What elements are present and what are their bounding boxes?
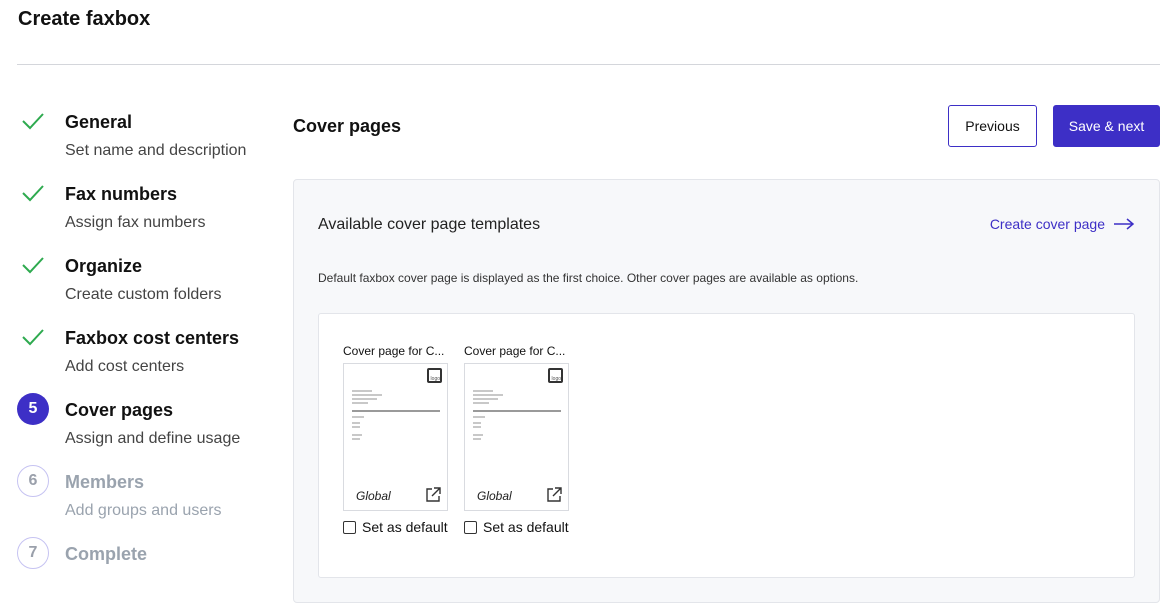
step-title: Complete (65, 544, 148, 564)
checkmark-icon (17, 105, 49, 137)
section-title: Cover pages (293, 116, 402, 136)
step-cover-pages[interactable]: 5 Cover pages Assign and define usage (0, 393, 270, 453)
template-card: Cover page for C... logo Global Set as d… (464, 344, 572, 535)
template-name: Cover page for C... (464, 344, 566, 358)
arrow-right-icon (1114, 218, 1135, 230)
template-thumbnail[interactable]: logo Global (343, 363, 448, 511)
previous-button[interactable]: Previous (948, 105, 1037, 147)
header-divider (17, 64, 1160, 65)
step-title: Fax numbers (65, 184, 178, 204)
step-subtitle: Assign fax numbers (65, 214, 206, 231)
panel-description: Default faxbox cover page is displayed a… (318, 271, 859, 285)
step-title: Members (65, 472, 145, 492)
step-title: Cover pages (65, 400, 174, 420)
set-default-checkbox[interactable] (343, 520, 356, 534)
checkmark-icon (17, 249, 49, 281)
step-title: Organize (65, 256, 143, 276)
global-tag: Global (350, 487, 397, 505)
template-thumbnail[interactable]: logo Global (464, 363, 569, 511)
set-default-checkbox-row[interactable]: Set as default (464, 519, 572, 535)
step-members[interactable]: 6 Members Add groups and users (0, 465, 270, 525)
checkmark-icon (17, 321, 49, 353)
checkmark-icon (17, 177, 49, 209)
step-organize[interactable]: Organize Create custom folders (0, 249, 270, 309)
step-general[interactable]: General Set name and description (0, 105, 270, 165)
create-link-label: Create cover page (989, 216, 1105, 232)
step-subtitle: Add cost centers (65, 358, 185, 375)
step-subtitle: Create custom folders (65, 286, 222, 303)
step-cost-centers[interactable]: Faxbox cost centers Add cost centers (0, 321, 270, 381)
step-title: General (65, 112, 133, 132)
step-number: 7 (17, 537, 49, 569)
save-next-button[interactable]: Save & next (1053, 105, 1160, 147)
step-title: Faxbox cost centers (65, 328, 240, 348)
step-number: 6 (17, 465, 49, 497)
open-external-icon[interactable] (425, 487, 441, 503)
templates-box: Cover page for C... logo Global Set as d… (318, 313, 1135, 578)
global-tag: Global (471, 487, 518, 505)
thumbnail-preview-lines (473, 384, 561, 442)
set-default-checkbox-row[interactable]: Set as default (343, 519, 451, 535)
template-card: Cover page for C... logo Global Set as d… (343, 344, 451, 535)
set-default-checkbox[interactable] (464, 520, 477, 534)
step-subtitle: Add groups and users (65, 502, 222, 519)
thumbnail-preview-lines (352, 384, 440, 442)
open-external-icon[interactable] (546, 487, 562, 503)
step-number: 5 (17, 393, 49, 425)
thumbnail-logo-text: logo (430, 376, 440, 382)
set-default-label: Set as default (483, 519, 569, 535)
step-fax-numbers[interactable]: Fax numbers Assign fax numbers (0, 177, 270, 237)
set-default-label: Set as default (362, 519, 448, 535)
template-name: Cover page for C... (343, 344, 445, 358)
panel-heading: Available cover page templates (318, 216, 541, 233)
step-subtitle: Assign and define usage (65, 430, 241, 447)
page-title: Create faxbox (18, 8, 151, 30)
thumbnail-logo-text: logo (551, 376, 561, 382)
step-complete[interactable]: 7 Complete (0, 537, 270, 597)
create-cover-page-link[interactable]: Create cover page (990, 216, 1135, 232)
step-subtitle: Set name and description (65, 142, 247, 159)
cover-templates-panel: Available cover page templates Create co… (293, 179, 1160, 603)
